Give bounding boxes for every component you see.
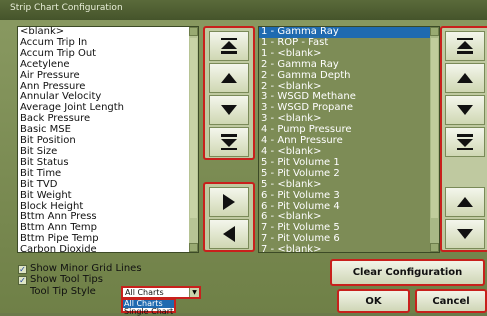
tool-tips-label: Show Tool Tips [30, 274, 103, 285]
scroll-down-arrow-icon[interactable] [189, 243, 198, 252]
list-item[interactable]: 2 - Gamma Depth [259, 70, 439, 82]
move-top-button[interactable] [209, 31, 249, 61]
list-item[interactable]: 5 - <blank> [259, 179, 439, 191]
tool-tips-checkbox[interactable]: ✓ [18, 276, 27, 285]
scroll-down-arrow-icon[interactable] [430, 243, 439, 252]
move-up-right-button[interactable] [445, 63, 485, 93]
up-arrow-icon [457, 73, 473, 83]
down-arrow-icon [457, 105, 473, 115]
minor-grid-label: Show Minor Grid Lines [30, 263, 142, 274]
chart-up-button[interactable] [445, 187, 485, 217]
selected-list-scrollbar[interactable] [430, 27, 439, 252]
list-item[interactable]: Air Pressure [18, 70, 198, 82]
scroll-up-arrow-icon[interactable] [430, 27, 439, 36]
available-channels-list[interactable]: <blank> Accum Trip In Accum Trip Out Acetyl… [17, 26, 199, 253]
down-arrow-icon [457, 229, 473, 239]
move-down-right-button[interactable] [445, 95, 485, 125]
title-bar: Strip Chart Configuration [0, 0, 487, 20]
scroll-thumb[interactable] [190, 38, 197, 218]
double-down-arrow-icon [457, 134, 473, 150]
chevron-down-icon[interactable]: ▼ [189, 288, 199, 297]
add-remove-buttons-frame [203, 182, 255, 252]
chart-down-button[interactable] [445, 219, 485, 249]
list-item[interactable]: Carbon Dioxide [18, 244, 198, 252]
list-item[interactable]: Bit TVD [18, 179, 198, 191]
right-order-buttons-frame [440, 26, 487, 252]
move-bottom-button[interactable] [209, 127, 249, 157]
left-order-buttons-frame [203, 26, 255, 160]
down-arrow-icon [221, 105, 237, 115]
double-up-arrow-icon [457, 38, 473, 54]
strip-chart-config-window: Strip Chart Configuration <blank> Accum T… [0, 0, 487, 316]
double-down-arrow-icon [221, 134, 237, 150]
tool-tip-style-label: Tool Tip Style [30, 286, 96, 297]
list-item[interactable]: Bit Weight [18, 190, 198, 202]
available-list-scrollbar[interactable] [189, 27, 198, 252]
tool-tip-style-value: All Charts [125, 288, 164, 297]
move-down-button[interactable] [209, 95, 249, 125]
ok-label: OK [365, 295, 382, 307]
clear-configuration-label: Clear Configuration [352, 267, 463, 278]
move-up-button[interactable] [209, 63, 249, 93]
scroll-thumb[interactable] [431, 38, 438, 218]
right-arrow-icon [223, 194, 235, 210]
clear-configuration-button[interactable]: Clear Configuration [330, 259, 485, 286]
cancel-label: Cancel [432, 295, 470, 307]
ok-button[interactable]: OK [337, 289, 410, 313]
dropdown-option[interactable]: Single Chart [123, 308, 174, 316]
list-item[interactable]: 6 - Pit Volume 3 [259, 190, 439, 202]
move-bottom-right-button[interactable] [445, 127, 485, 157]
up-arrow-icon [457, 197, 473, 207]
selected-channels-list[interactable]: 1 - Gamma Ray 1 - ROP - Fast 1 - <blank> 2 … [258, 26, 440, 253]
available-items-container: <blank> Accum Trip In Accum Trip Out Acetyl… [18, 27, 198, 252]
remove-channel-button[interactable] [209, 219, 249, 249]
list-item[interactable]: 2 - Gamma Ray [259, 59, 439, 71]
tool-tip-style-dropdown: All Charts Single Chart [121, 298, 176, 316]
add-channel-button[interactable] [209, 187, 249, 217]
move-top-right-button[interactable] [445, 31, 485, 61]
scroll-up-arrow-icon[interactable] [189, 27, 198, 36]
window-title: Strip Chart Configuration [10, 3, 123, 13]
cancel-button[interactable]: Cancel [415, 289, 487, 313]
left-arrow-icon [223, 226, 235, 242]
minor-grid-checkbox[interactable]: ✓ [18, 265, 27, 274]
double-up-arrow-icon [221, 38, 237, 54]
up-arrow-icon [221, 73, 237, 83]
list-item[interactable]: 7 - <blank> [259, 244, 439, 252]
list-item[interactable]: Acetylene [18, 59, 198, 71]
selected-items-container: 1 - Gamma Ray 1 - ROP - Fast 1 - <blank> 2 … [259, 27, 439, 252]
